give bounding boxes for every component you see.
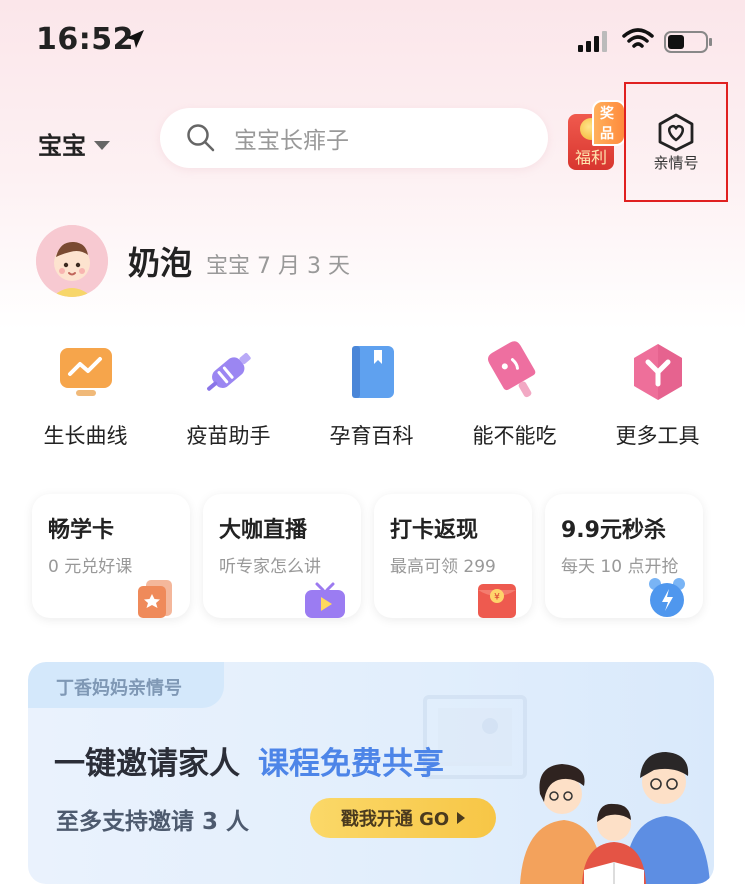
popsicle-icon xyxy=(487,341,535,398)
baby-name: 奶泡 xyxy=(128,244,193,282)
open-now-button[interactable]: 戳我开通 GO xyxy=(310,798,496,838)
top-header: 宝宝 宝宝长痱子 福利 奖品 亲情号 xyxy=(0,82,745,202)
heart-house-icon xyxy=(658,113,694,152)
alarm-clock-icon xyxy=(649,578,685,617)
chevron-down-icon xyxy=(94,141,110,150)
status-time: 16:52 xyxy=(36,22,134,57)
tool-label: 疫苗助手 xyxy=(186,424,271,448)
tool-encyclopedia[interactable]: 孕育百科 xyxy=(300,340,443,450)
card-expert-live[interactable]: 大咖直播 听专家怎么讲 xyxy=(203,494,361,618)
prize-badge: 奖品 xyxy=(592,100,626,146)
family-account-label: 亲情号 xyxy=(653,154,699,172)
location-arrow-icon xyxy=(126,30,144,48)
more-tools-hexagon-icon xyxy=(633,344,682,400)
vaccine-syringe-icon xyxy=(206,353,251,391)
battery-icon xyxy=(664,31,712,53)
card-title: 大咖直播 xyxy=(219,518,308,543)
search-bar[interactable]: 宝宝长痱子 xyxy=(160,108,548,168)
banner-headline-main: 一键邀请家人 xyxy=(54,746,240,782)
card-study-pass[interactable]: 畅学卡 0 元兑好课 xyxy=(32,494,190,618)
tool-vaccine-assistant[interactable]: 疫苗助手 xyxy=(157,340,300,450)
play-arrow-icon xyxy=(457,812,466,824)
tool-growth-curve[interactable]: 生长曲线 xyxy=(14,340,157,450)
baby-avatar-icon xyxy=(36,225,108,297)
tool-grid: 生长曲线 疫苗助手 孕育百科 能不能吃 更多工具 xyxy=(0,340,745,450)
tool-more-tools[interactable]: 更多工具 xyxy=(586,340,729,450)
status-bar: 16:52 xyxy=(0,0,745,80)
family-reading-illustration xyxy=(520,752,710,884)
live-tv-icon xyxy=(305,582,345,618)
welfare-button[interactable]: 福利 奖品 xyxy=(566,100,626,170)
banner-tag: 丁香妈妈亲情号 xyxy=(28,662,224,708)
card-title: 9.9元秒杀 xyxy=(561,518,666,543)
banner-subline: 至多支持邀请 3 人 xyxy=(56,809,250,835)
card-subtitle: 0 元兑好课 xyxy=(48,557,133,577)
baby-selector-label: 宝宝 xyxy=(38,132,86,160)
tool-label: 更多工具 xyxy=(615,424,700,448)
cta-label: 戳我开通 GO xyxy=(340,809,450,830)
search-placeholder: 宝宝长痱子 xyxy=(234,128,349,154)
avatar[interactable] xyxy=(36,225,108,297)
baby-age: 宝宝 7 月 3 天 xyxy=(206,254,350,279)
card-title: 畅学卡 xyxy=(48,518,115,543)
tool-label: 生长曲线 xyxy=(43,424,128,448)
card-subtitle: 最高可领 299 xyxy=(390,557,496,577)
cellular-signal-icon xyxy=(578,31,607,52)
star-card-icon xyxy=(138,580,172,618)
card-flash-sale[interactable]: 9.9元秒杀 每天 10 点开抢 xyxy=(545,494,703,618)
wifi-icon xyxy=(622,28,654,48)
encyclopedia-book-icon xyxy=(351,346,394,398)
svg-text:¥: ¥ xyxy=(494,593,500,603)
card-title: 打卡返现 xyxy=(390,518,479,543)
family-account-button[interactable]: 亲情号 xyxy=(624,82,728,202)
baby-selector[interactable]: 宝宝 xyxy=(38,126,110,161)
tool-label: 孕育百科 xyxy=(329,424,414,448)
feature-cards: 畅学卡 0 元兑好课 大咖直播 听专家怎么讲 打卡返现 最高可领 299 ¥ 9… xyxy=(32,494,712,618)
card-checkin-cashback[interactable]: 打卡返现 最高可领 299 ¥ xyxy=(374,494,532,618)
search-icon xyxy=(187,124,215,152)
tool-label: 能不能吃 xyxy=(472,424,557,448)
banner-headline-accent: 课程免费共享 xyxy=(258,746,444,782)
welfare-label: 福利 xyxy=(574,148,607,167)
growth-chart-icon xyxy=(59,348,112,396)
banner-headline: 一键邀请家人 课程免费共享 xyxy=(54,738,444,783)
baby-profile[interactable]: 奶泡 宝宝 7 月 3 天 xyxy=(36,224,350,298)
red-envelope-icon: ¥ xyxy=(478,584,516,618)
banner-tag-text: 丁香妈妈亲情号 xyxy=(56,678,182,699)
family-invite-banner[interactable]: 丁香妈妈亲情号 一键邀请家人 课程免费共享 至多支持邀请 3 人 戳我开通 GO xyxy=(28,662,714,884)
tool-can-eat[interactable]: 能不能吃 xyxy=(443,340,586,450)
